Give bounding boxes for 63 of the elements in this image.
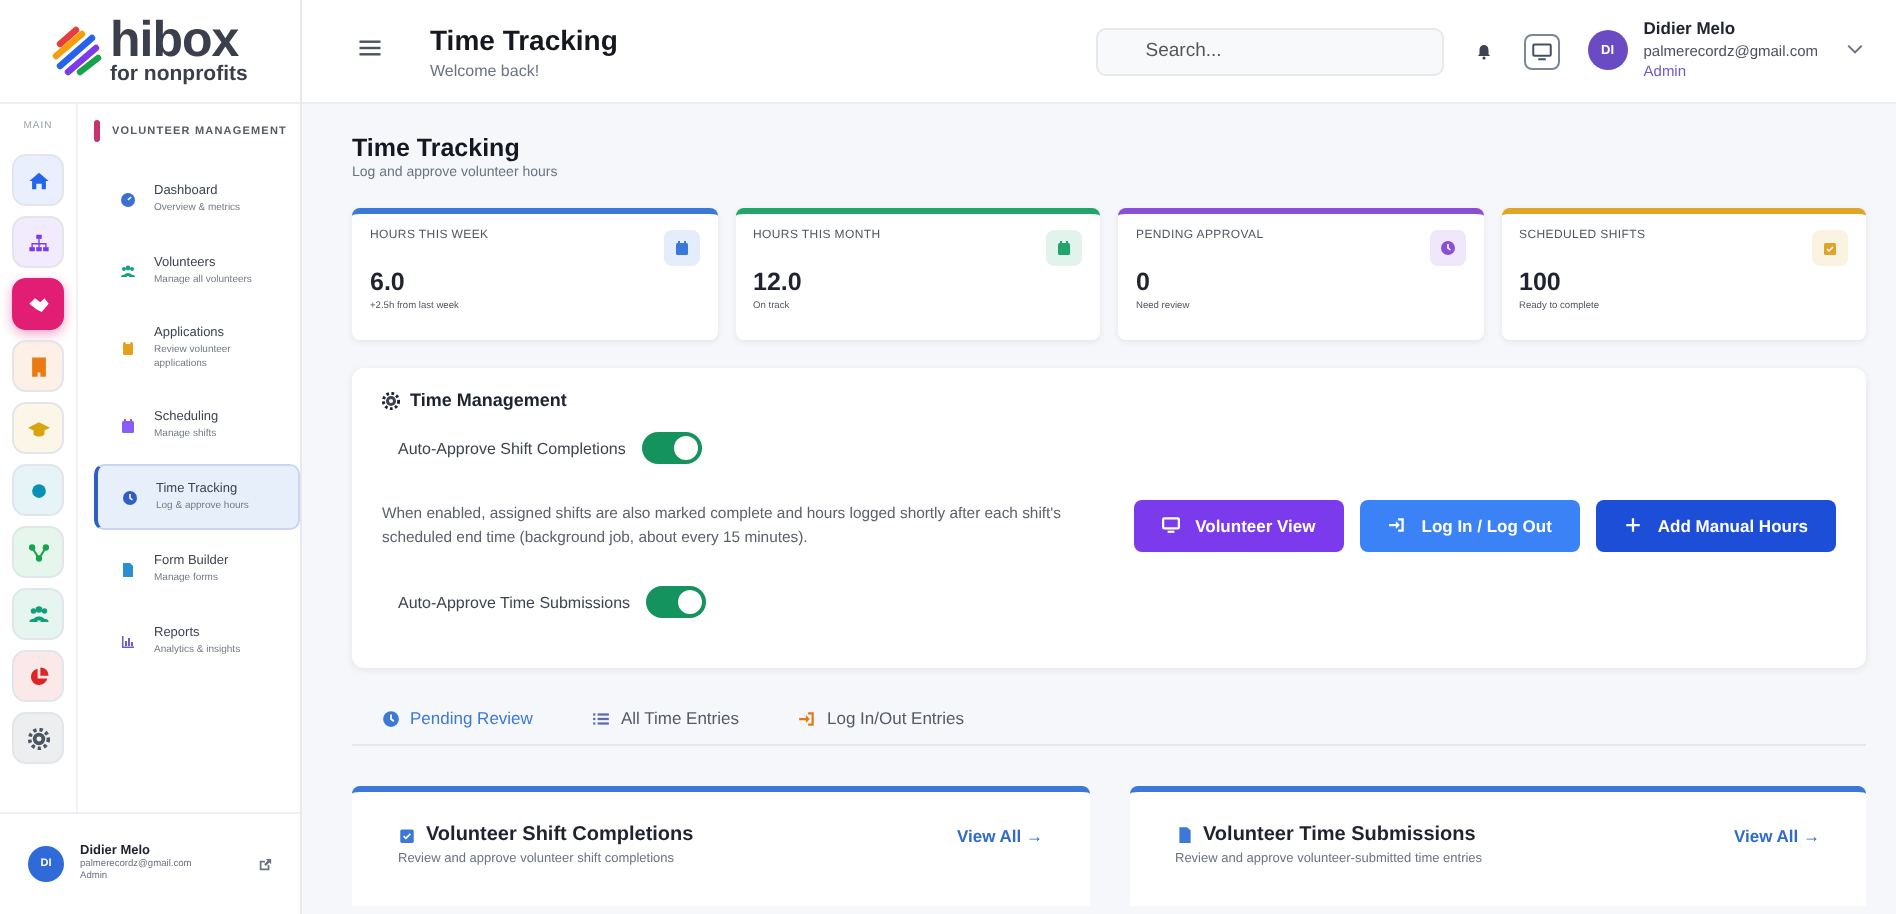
calendar-check-icon [1822,240,1838,256]
panel-title: Volunteer Shift Completions [426,824,694,847]
user-name: Didier Melo [1643,18,1738,42]
view-all-link[interactable]: View All → [957,825,1043,846]
stat-value: 0 [1136,268,1152,296]
clock-icon [1439,240,1455,256]
gauge-icon [120,191,136,207]
calendar-icon [673,240,689,256]
display-button[interactable] [1523,33,1560,69]
sign-in-icon [1387,516,1406,535]
header-title: Time Tracking [430,23,620,55]
document-icon [1175,826,1193,845]
chevron-down-icon [1846,40,1864,59]
tab[interactable]: Pending Review [382,708,533,729]
clipboard-icon [120,340,136,356]
brand-tagline: for nonprofits [110,64,248,86]
circle-icon [27,479,49,501]
action-button[interactable]: Volunteer View [1133,499,1344,552]
card-title: Time Management [410,390,567,410]
hierarchy-icon [27,231,49,253]
toggle-switch[interactable] [641,432,702,464]
building-icon [27,355,49,377]
clock-icon [122,489,138,505]
external-link-icon [258,857,272,871]
calendar-icon [1056,240,1072,256]
pie-chart-icon [27,665,49,687]
panel-title: Volunteer Time Submissions [1203,824,1476,847]
gear-icon [382,391,400,409]
tab[interactable]: Log In/Out Entries [798,708,964,729]
logo-icon [48,23,104,79]
header-subtitle: Welcome back! [430,61,542,79]
setting-label: Auto-Approve Time Submissions [398,593,631,612]
clock-icon [382,709,400,728]
toggle-switch[interactable] [646,586,707,619]
search-field[interactable]: Search... [1095,27,1444,75]
bar-chart-icon [120,633,136,649]
bell-icon [1475,43,1492,59]
home-icon [27,169,49,191]
action-button[interactable]: Add Manual Hours [1595,499,1836,552]
monitor-icon [1161,516,1180,535]
rail-button[interactable] [12,278,64,330]
calendar-icon [120,417,136,433]
graduation-cap-icon [27,417,49,439]
page-title: Time Tracking [352,134,522,162]
gear-icon [27,727,49,749]
document-icon [120,561,136,577]
stat-value: 100 [1519,268,1563,296]
action-button[interactable]: Log In / Log Out [1359,499,1580,552]
plus-icon [1623,516,1642,535]
users-icon [120,263,136,279]
stat-value: 12.0 [753,268,804,296]
brand-name: hibox [110,16,239,67]
list-icon [592,709,611,728]
calendar-check-icon [398,826,416,845]
view-all-link[interactable]: View All → [1734,825,1820,846]
users-icon [27,603,49,625]
tab[interactable]: All Time Entries [592,708,739,729]
menu-icon [358,35,382,59]
monitor-icon [1531,41,1552,61]
setting-label: Auto-Approve Shift Completions [398,439,626,457]
share-nodes-icon [27,541,49,563]
sign-in-icon [798,709,817,728]
stat-value: 6.0 [370,268,407,296]
